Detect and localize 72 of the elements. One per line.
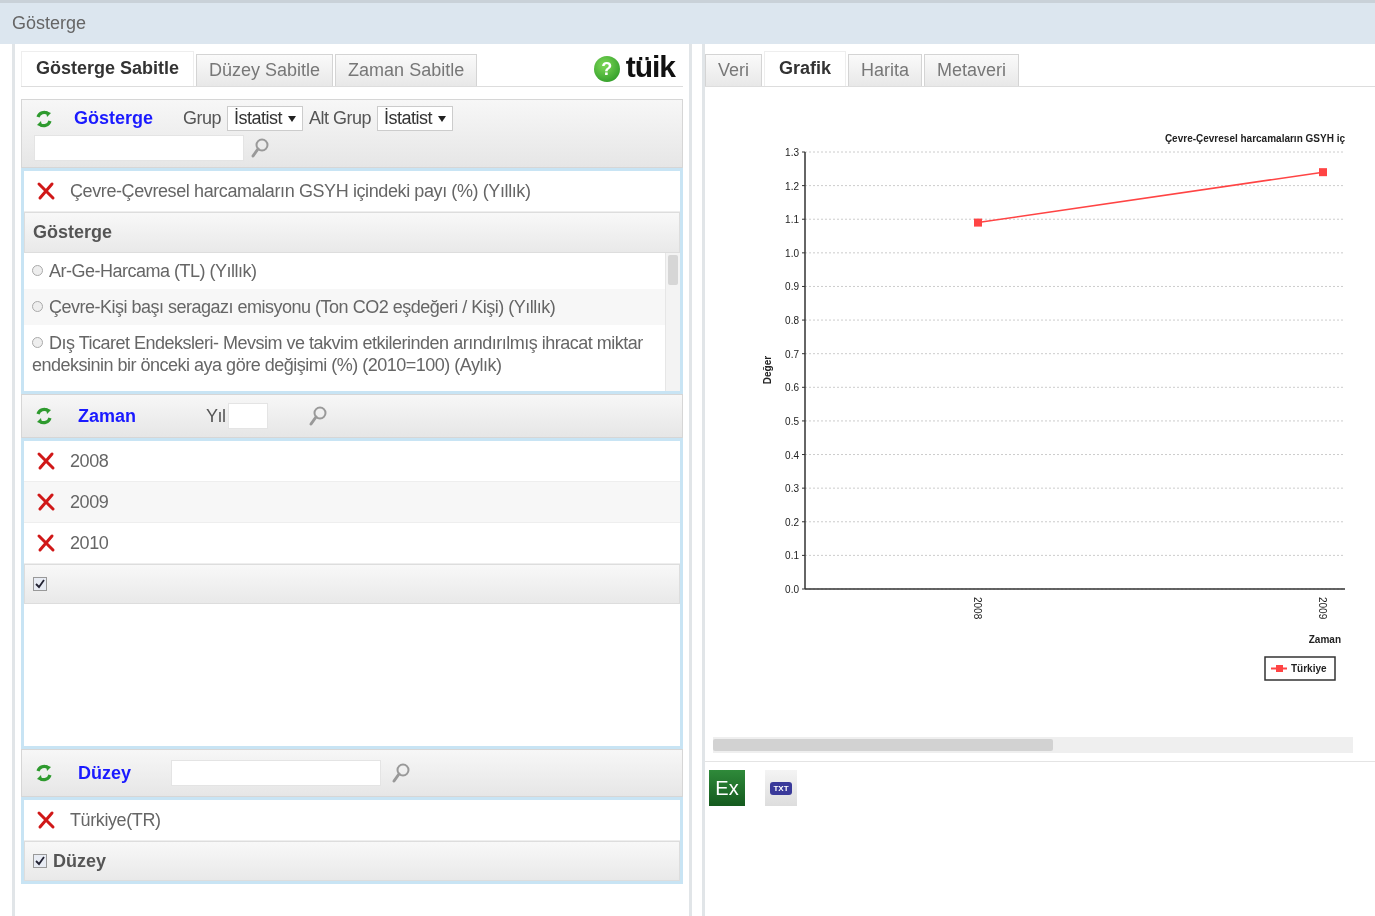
horizontal-scrollbar[interactable] bbox=[713, 737, 1353, 753]
y-tick-label: 0.5 bbox=[785, 415, 799, 427]
y-tick-label: 1.1 bbox=[785, 214, 799, 226]
checkbox[interactable] bbox=[33, 854, 47, 868]
vertical-scrollbar[interactable] bbox=[665, 253, 680, 391]
y-tick-label: 1.2 bbox=[785, 180, 799, 192]
year-field[interactable] bbox=[227, 403, 268, 429]
txt-export-button[interactable]: TXT bbox=[765, 770, 797, 806]
x-axis-label: Zaman bbox=[1308, 634, 1341, 645]
tab[interactable]: Gösterge Sabitle bbox=[21, 51, 195, 86]
checkbox[interactable] bbox=[33, 577, 47, 591]
remove-icon[interactable] bbox=[36, 533, 56, 553]
caret-icon bbox=[288, 115, 297, 122]
y-tick-label: 0.4 bbox=[785, 449, 799, 461]
tab[interactable]: Grafik bbox=[764, 51, 847, 86]
remove-icon[interactable] bbox=[36, 451, 56, 471]
search-field[interactable] bbox=[171, 760, 381, 786]
subgroup-dropdown[interactable]: İstatist bbox=[377, 106, 454, 131]
data-point bbox=[974, 218, 982, 227]
tab[interactable]: Veri bbox=[705, 54, 763, 86]
refresh-icon[interactable] bbox=[34, 763, 54, 783]
remove-icon[interactable] bbox=[36, 492, 56, 512]
logo: tüik bbox=[625, 50, 675, 84]
y-tick-label: 1.3 bbox=[785, 147, 799, 158]
tab[interactable]: Zaman Sabitle bbox=[335, 54, 478, 86]
selected-indicator: Çevre-Çevresel harcamaların GSYH içindeki payı (%) (Yıllık) bbox=[70, 180, 531, 202]
caret-icon bbox=[438, 115, 447, 122]
y-tick-label: 0.7 bbox=[785, 348, 799, 360]
group-dropdown[interactable]: İstatist bbox=[227, 106, 304, 131]
y-tick-label: 0.8 bbox=[785, 315, 799, 327]
x-tick-label: 2008 bbox=[972, 597, 983, 620]
y-tick-label: 0.2 bbox=[785, 516, 799, 528]
refresh-icon[interactable] bbox=[34, 108, 54, 129]
window-title: Gösterge bbox=[12, 13, 87, 34]
y-axis-label: Değer bbox=[762, 355, 773, 385]
remove-icon[interactable] bbox=[36, 181, 56, 201]
legend: Türkiye bbox=[1264, 656, 1336, 681]
year-label: Yıl bbox=[206, 405, 226, 427]
selected-year: 2008 bbox=[70, 450, 109, 472]
y-tick-label: 0.3 bbox=[785, 483, 799, 495]
selected-level: Türkiye(TR) bbox=[70, 809, 161, 831]
search-field[interactable] bbox=[34, 135, 244, 161]
group-label: Grup bbox=[183, 108, 222, 129]
checkbox-label: Düzey bbox=[53, 850, 106, 872]
indicator-option[interactable]: Çevre-Kişi başı seragazı emisyonu (Ton CO2 eşdeğeri / Kişi) (Yıllık) bbox=[24, 289, 665, 325]
y-tick-label: 0.9 bbox=[785, 281, 799, 293]
search-icon[interactable] bbox=[391, 762, 411, 784]
y-tick-label: 0.1 bbox=[785, 550, 799, 562]
section-title[interactable]: Zaman bbox=[78, 405, 137, 427]
x-tick-label: 2009 bbox=[1317, 597, 1328, 620]
selected-year: 2009 bbox=[70, 491, 109, 513]
tab[interactable]: Düzey Sabitle bbox=[196, 54, 334, 86]
tab[interactable]: Harita bbox=[848, 54, 923, 86]
data-point bbox=[1319, 168, 1327, 177]
remove-icon[interactable] bbox=[36, 810, 56, 830]
search-icon[interactable] bbox=[250, 137, 270, 159]
refresh-icon[interactable] bbox=[34, 406, 54, 426]
section-title[interactable]: Düzey bbox=[78, 762, 131, 784]
subgroup-label: Alt Grup bbox=[309, 108, 372, 129]
y-tick-label: 0.0 bbox=[785, 584, 799, 595]
tab[interactable]: Metaveri bbox=[924, 54, 1020, 86]
section-title[interactable]: Gösterge bbox=[74, 108, 154, 129]
y-tick-label: 1.0 bbox=[785, 247, 799, 259]
indicator-option[interactable]: Dış Ticaret Endeksleri- Mevsim ve takvim etkilerinden arındırılmış ihracat miktar endeksinin bir önceki aya göre değişimi (%) (2010=100) (Aylık) bbox=[24, 325, 665, 383]
excel-export-button[interactable]: Ex bbox=[709, 770, 745, 806]
chart-title: Çevre-Çevresel harcamaların GSYH iç bbox=[1164, 133, 1345, 144]
search-icon[interactable] bbox=[307, 405, 328, 427]
list-header: Gösterge bbox=[24, 212, 680, 253]
selected-year: 2010 bbox=[70, 532, 109, 554]
legend-label: Türkiye bbox=[1291, 663, 1328, 674]
indicator-option[interactable]: Ar-Ge-Harcama (TL) (Yıllık) bbox=[24, 253, 665, 289]
y-tick-label: 0.6 bbox=[785, 382, 799, 394]
